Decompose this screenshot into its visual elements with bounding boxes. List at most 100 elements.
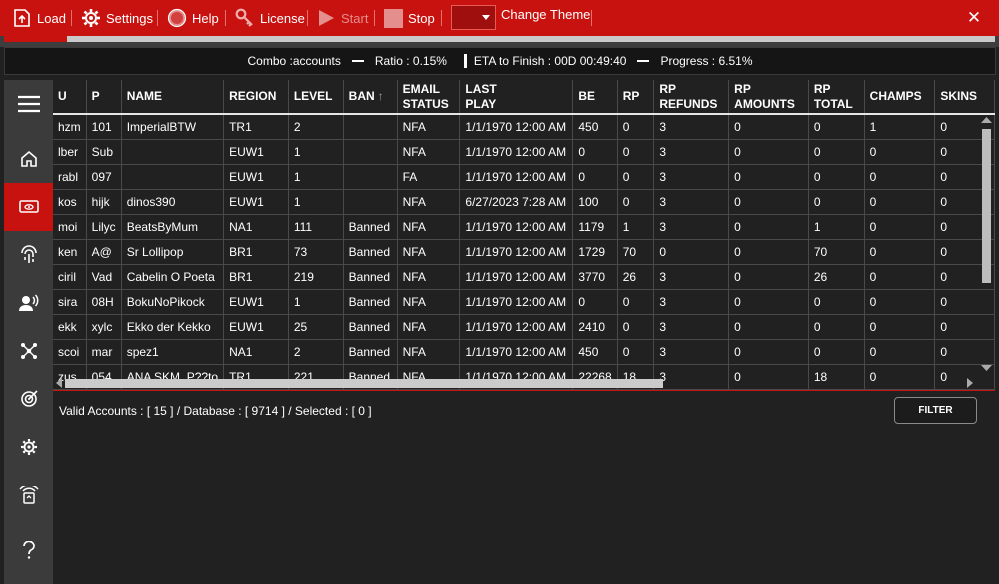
- vertical-scrollbar[interactable]: [978, 113, 995, 378]
- target-icon: [20, 390, 38, 407]
- column-header[interactable]: RP AMOUNTS: [728, 80, 809, 114]
- column-header[interactable]: REGION: [223, 80, 289, 114]
- table-cell: 0: [808, 314, 865, 340]
- table-body: hzm 101 ImperialBTW TR1 2 NFA 1/1/1970 12:00 A…: [53, 114, 995, 390]
- table-cell: 0: [728, 164, 809, 190]
- column-header-label: CHAMPS: [869, 89, 922, 103]
- close-icon: ✕: [966, 8, 982, 27]
- column-header[interactable]: BAN ↑: [343, 80, 398, 114]
- table-cell: 0: [617, 189, 655, 215]
- table-row[interactable]: kos hijk dinos390 EUW1 1 NFA 6/27/2023 7:28 AM…: [53, 189, 995, 215]
- table-cell: 0: [572, 289, 618, 315]
- sidebar-item-wifi[interactable]: [4, 471, 53, 519]
- sidebar-item-accounts[interactable]: [4, 183, 53, 231]
- table-cell: EUW1: [223, 314, 289, 340]
- table-cell: Lilyc: [86, 214, 122, 240]
- table-cell: BR1: [223, 264, 289, 290]
- table-cell: lber: [53, 139, 87, 165]
- table-row[interactable]: hzm 101 ImperialBTW TR1 2 NFA 1/1/1970 12:00 A…: [53, 114, 995, 140]
- column-header[interactable]: LEVEL: [288, 80, 344, 114]
- table-cell: 1/1/1970 12:00 AM: [459, 164, 574, 190]
- table-cell: 0: [728, 239, 809, 265]
- table-row[interactable]: ken A@ Sr Lollipop BR1 73 Banned NFA 1/1/1970 1…: [53, 239, 995, 265]
- table-cell: rabl: [53, 164, 87, 190]
- table-row[interactable]: lber Sub EUW1 1 NFA 1/1/1970 12:00 AM 0 0 3 0 0 0 0: [53, 139, 995, 165]
- table-cell: 3: [653, 139, 730, 165]
- sidebar-item-fingerprint[interactable]: [4, 231, 53, 279]
- table-cell: 1/1/1970 12:00 AM: [459, 239, 574, 265]
- table-cell: 26: [617, 264, 655, 290]
- column-header[interactable]: EMAIL STATUS: [397, 80, 461, 114]
- table-cell: [343, 189, 398, 215]
- column-header[interactable]: CHAMPS: [864, 80, 936, 114]
- chevron-down-icon: [482, 15, 490, 20]
- settings-button[interactable]: Settings: [81, 0, 153, 36]
- filter-button[interactable]: FILTER: [894, 397, 977, 424]
- horizontal-scrollbar[interactable]: [53, 376, 978, 390]
- sidebar-item-home[interactable]: [4, 135, 53, 183]
- column-header[interactable]: P: [86, 80, 122, 114]
- stop-button[interactable]: Stop: [384, 0, 435, 36]
- theme-dropdown[interactable]: [451, 5, 496, 30]
- table-cell: Banned: [343, 239, 398, 265]
- column-header[interactable]: RP: [617, 80, 655, 114]
- table-cell: 73: [288, 239, 344, 265]
- help-bubble-icon: [167, 8, 187, 28]
- table-cell: 0: [864, 289, 936, 315]
- table-cell: 0: [617, 314, 655, 340]
- table-row[interactable]: scoi mar spez1 NA1 2 Banned NFA 1/1/1970 12:00 …: [53, 339, 995, 365]
- table-cell: 08H: [86, 289, 122, 315]
- table-cell: Banned: [343, 314, 398, 340]
- start-button[interactable]: Start: [316, 0, 368, 36]
- table-cell: [343, 139, 398, 165]
- table-row[interactable]: rabl 097 EUW1 1 FA 1/1/1970 12:00 AM 0 0 3 0 0 0 0: [53, 164, 995, 190]
- table-cell: ImperialBTW: [121, 114, 225, 140]
- column-header[interactable]: BE: [572, 80, 618, 114]
- help-button[interactable]: Help: [167, 0, 219, 36]
- table-cell: spez1: [121, 339, 225, 365]
- table-cell: 6/27/2023 7:28 AM: [459, 189, 574, 215]
- column-header[interactable]: NAME: [121, 80, 225, 114]
- accounts-table: U P NAME REGION LEVEL BAN ↑ EMAIL STATUS LAST PLAY…: [53, 80, 995, 390]
- column-header[interactable]: RP REFUNDS: [653, 80, 730, 114]
- column-header[interactable]: LAST PLAY: [459, 80, 574, 114]
- table-cell: dinos390: [121, 189, 225, 215]
- sidebar-item-settings[interactable]: [4, 423, 53, 471]
- sidebar-item-voice[interactable]: [4, 279, 53, 327]
- sidebar-item-network[interactable]: [4, 327, 53, 375]
- separator-dash: [351, 60, 364, 62]
- vertical-scroll-thumb[interactable]: [982, 129, 991, 283]
- table-cell: 0: [653, 239, 730, 265]
- column-header[interactable]: U: [53, 80, 87, 114]
- table-row[interactable]: moi Lilyc BeatsByMum NA1 111 Banned NFA 1/1/197…: [53, 214, 995, 240]
- table-cell: 0: [728, 214, 809, 240]
- table-cell: 3: [653, 289, 730, 315]
- home-icon: [20, 150, 37, 167]
- sidebar-item-help[interactable]: [4, 526, 53, 574]
- table-row[interactable]: ciril Vad Cabelin O Poeta BR1 219 Banned NFA 1/…: [53, 264, 995, 290]
- stop-icon: [384, 8, 403, 28]
- table-cell: BokuNoPikock: [121, 289, 225, 315]
- table-cell: 0: [808, 164, 865, 190]
- table-cell: 0: [728, 189, 809, 215]
- column-header[interactable]: RP TOTAL: [808, 80, 865, 114]
- load-button[interactable]: Load: [12, 0, 66, 36]
- table-row[interactable]: ekk xylc Ekko der Kekko EUW1 25 Banned NFA 1/1/…: [53, 314, 995, 340]
- horizontal-scroll-thumb[interactable]: [65, 379, 663, 388]
- table-cell: 450: [572, 114, 618, 140]
- sidebar-item-menu[interactable]: [4, 80, 53, 128]
- column-header-label: RP: [813, 81, 831, 96]
- sidebar-item-target[interactable]: [4, 375, 53, 423]
- table-row[interactable]: sira 08H BokuNoPikock EUW1 1 Banned NFA 1/1/197…: [53, 289, 995, 315]
- divider-line: [53, 390, 995, 391]
- column-header-label: AMOUNTS: [734, 96, 795, 111]
- license-button[interactable]: License: [235, 0, 305, 36]
- status-bar: Combo :accounts Ratio : 0.15% ETA to Fin…: [4, 47, 996, 75]
- table-cell: EUW1: [223, 139, 289, 165]
- column-header[interactable]: SKINS: [934, 80, 995, 114]
- settings-gear-icon: [20, 439, 37, 455]
- close-button[interactable]: ✕: [962, 8, 986, 28]
- table-cell: 0: [864, 139, 936, 165]
- table-cell: 0: [808, 139, 865, 165]
- table-cell: 101: [86, 114, 122, 140]
